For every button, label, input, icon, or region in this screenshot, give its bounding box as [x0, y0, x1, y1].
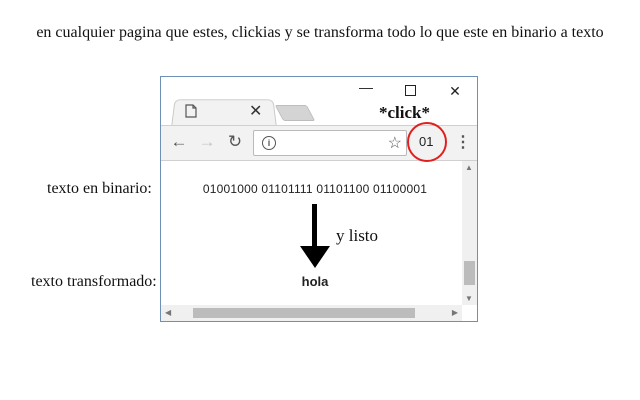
minimize-icon[interactable]: —: [355, 79, 377, 95]
close-icon[interactable]: ✕: [444, 83, 466, 100]
browser-window: ✕ — ✕ *click* ← → ↻ i ☆ 01 ⋮ ▲ ▼ ◀ ▶: [160, 76, 478, 322]
vertical-scroll-thumb[interactable]: [464, 261, 475, 285]
menu-icon[interactable]: ⋮: [455, 132, 471, 152]
scroll-up-icon[interactable]: ▲: [465, 163, 473, 172]
page-icon: [185, 104, 197, 118]
label-binary-text: texto en binario:: [47, 180, 152, 197]
close-icon[interactable]: ✕: [249, 101, 262, 121]
scroll-left-icon[interactable]: ◀: [165, 308, 171, 317]
horizontal-scroll-thumb[interactable]: [193, 308, 415, 318]
scroll-down-icon[interactable]: ▼: [465, 294, 473, 303]
browser-toolbar: ← → ↻ i ☆ 01 ⋮: [161, 122, 477, 162]
scroll-right-icon[interactable]: ▶: [452, 308, 458, 317]
maximize-icon[interactable]: [399, 83, 421, 99]
back-arrow-icon[interactable]: ←: [169, 132, 189, 152]
reload-icon[interactable]: ↻: [225, 132, 245, 152]
title-bar: ✕ — ✕ *click*: [161, 77, 477, 128]
horizontal-scrollbar[interactable]: ◀ ▶: [161, 305, 462, 321]
caption-text: en cualquier pagina que estes, clickias …: [36, 24, 604, 41]
label-transformed-text: texto transformado:: [31, 273, 157, 290]
highlight-circle: [407, 122, 447, 162]
click-annotation: *click*: [379, 103, 430, 122]
vertical-scrollbar[interactable]: ▲ ▼: [462, 161, 477, 305]
star-icon[interactable]: ☆: [388, 133, 402, 153]
forward-arrow-icon[interactable]: →: [197, 132, 217, 152]
new-tab-button[interactable]: [274, 105, 316, 121]
address-bar[interactable]: i ☆: [253, 130, 407, 156]
info-icon[interactable]: i: [262, 136, 276, 150]
